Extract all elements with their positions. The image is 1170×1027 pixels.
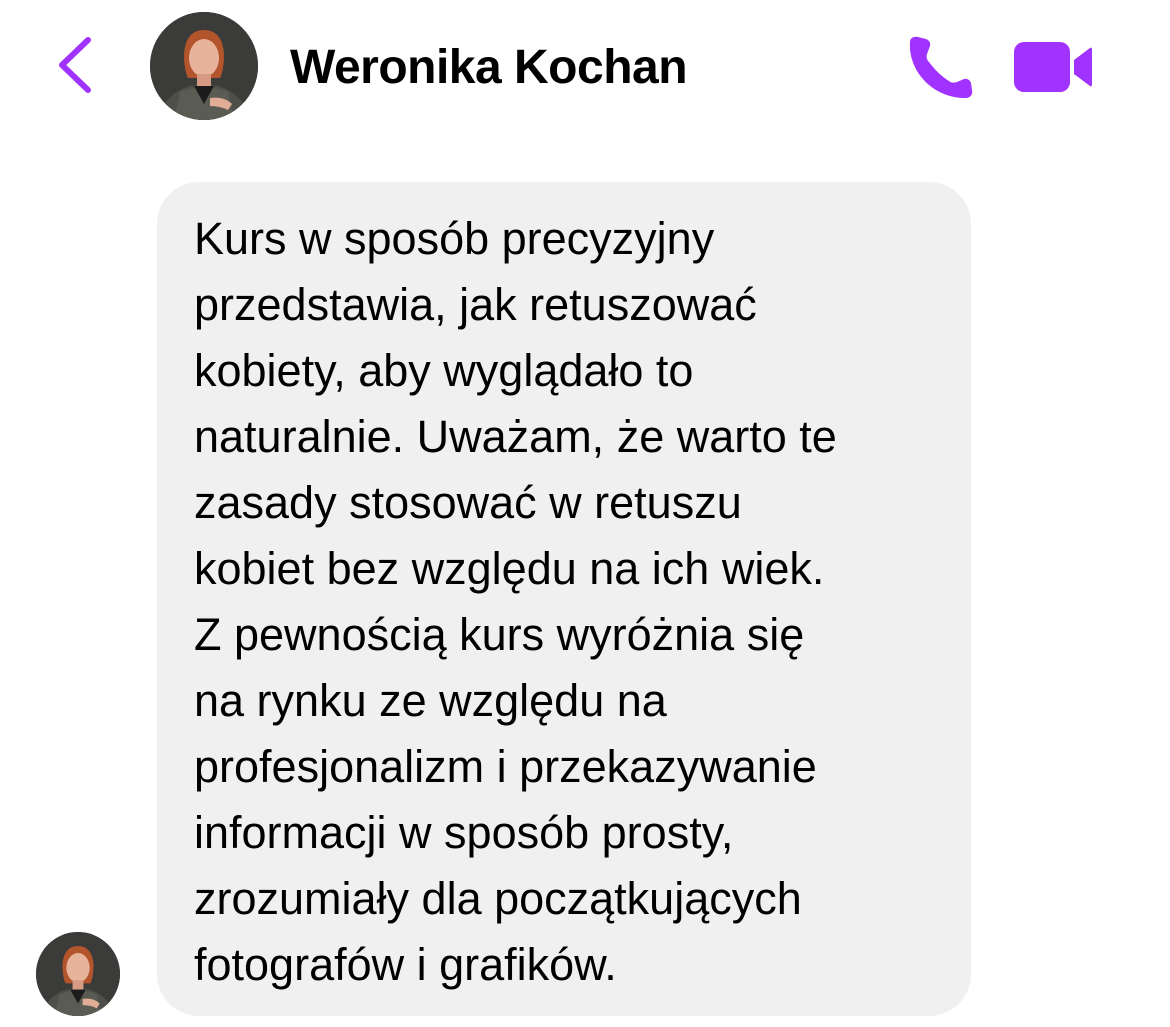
video-call-button[interactable] [1012, 40, 1094, 94]
message-line: zrozumiały dla początkujących [194, 873, 802, 924]
message-line: Z pewnością kurs wyróżnia się [194, 609, 805, 660]
message-line: informacji w sposób prosty, [194, 807, 734, 858]
video-camera-icon [1014, 42, 1092, 92]
message-line: kobiety, aby wyglądało to [194, 345, 694, 396]
message-line: zasady stosować w retuszu [194, 477, 742, 528]
conversation-screen: Weronika Kochan Kurs w sposób precyzyjny… [0, 0, 1170, 1027]
sender-avatar[interactable] [36, 932, 120, 1016]
message-bubble[interactable]: Kurs w sposób precyzyjny przedstawia, ja… [157, 182, 971, 1016]
message-line: przedstawia, jak retuszować [194, 279, 757, 330]
message-line: na rynku ze względu na [194, 675, 667, 726]
contact-avatar[interactable] [150, 12, 258, 120]
message-line: kobiet bez względu na ich wiek. [194, 543, 825, 594]
phone-icon [909, 36, 973, 99]
contact-name[interactable]: Weronika Kochan [290, 40, 688, 96]
message-line: profesjonalizm i przekazywanie [194, 741, 817, 792]
avatar-photo [150, 12, 258, 120]
chat-header: Weronika Kochan [0, 0, 1170, 135]
message-line: Kurs w sposób precyzyjny [194, 213, 715, 264]
avatar-photo [36, 932, 120, 1016]
call-button[interactable] [904, 34, 974, 100]
chevron-left-icon [59, 37, 91, 93]
message-line: fotografów i grafików. [194, 939, 617, 990]
message-line: naturalnie. Uważam, że warto te [194, 411, 837, 462]
back-button[interactable] [48, 30, 108, 100]
